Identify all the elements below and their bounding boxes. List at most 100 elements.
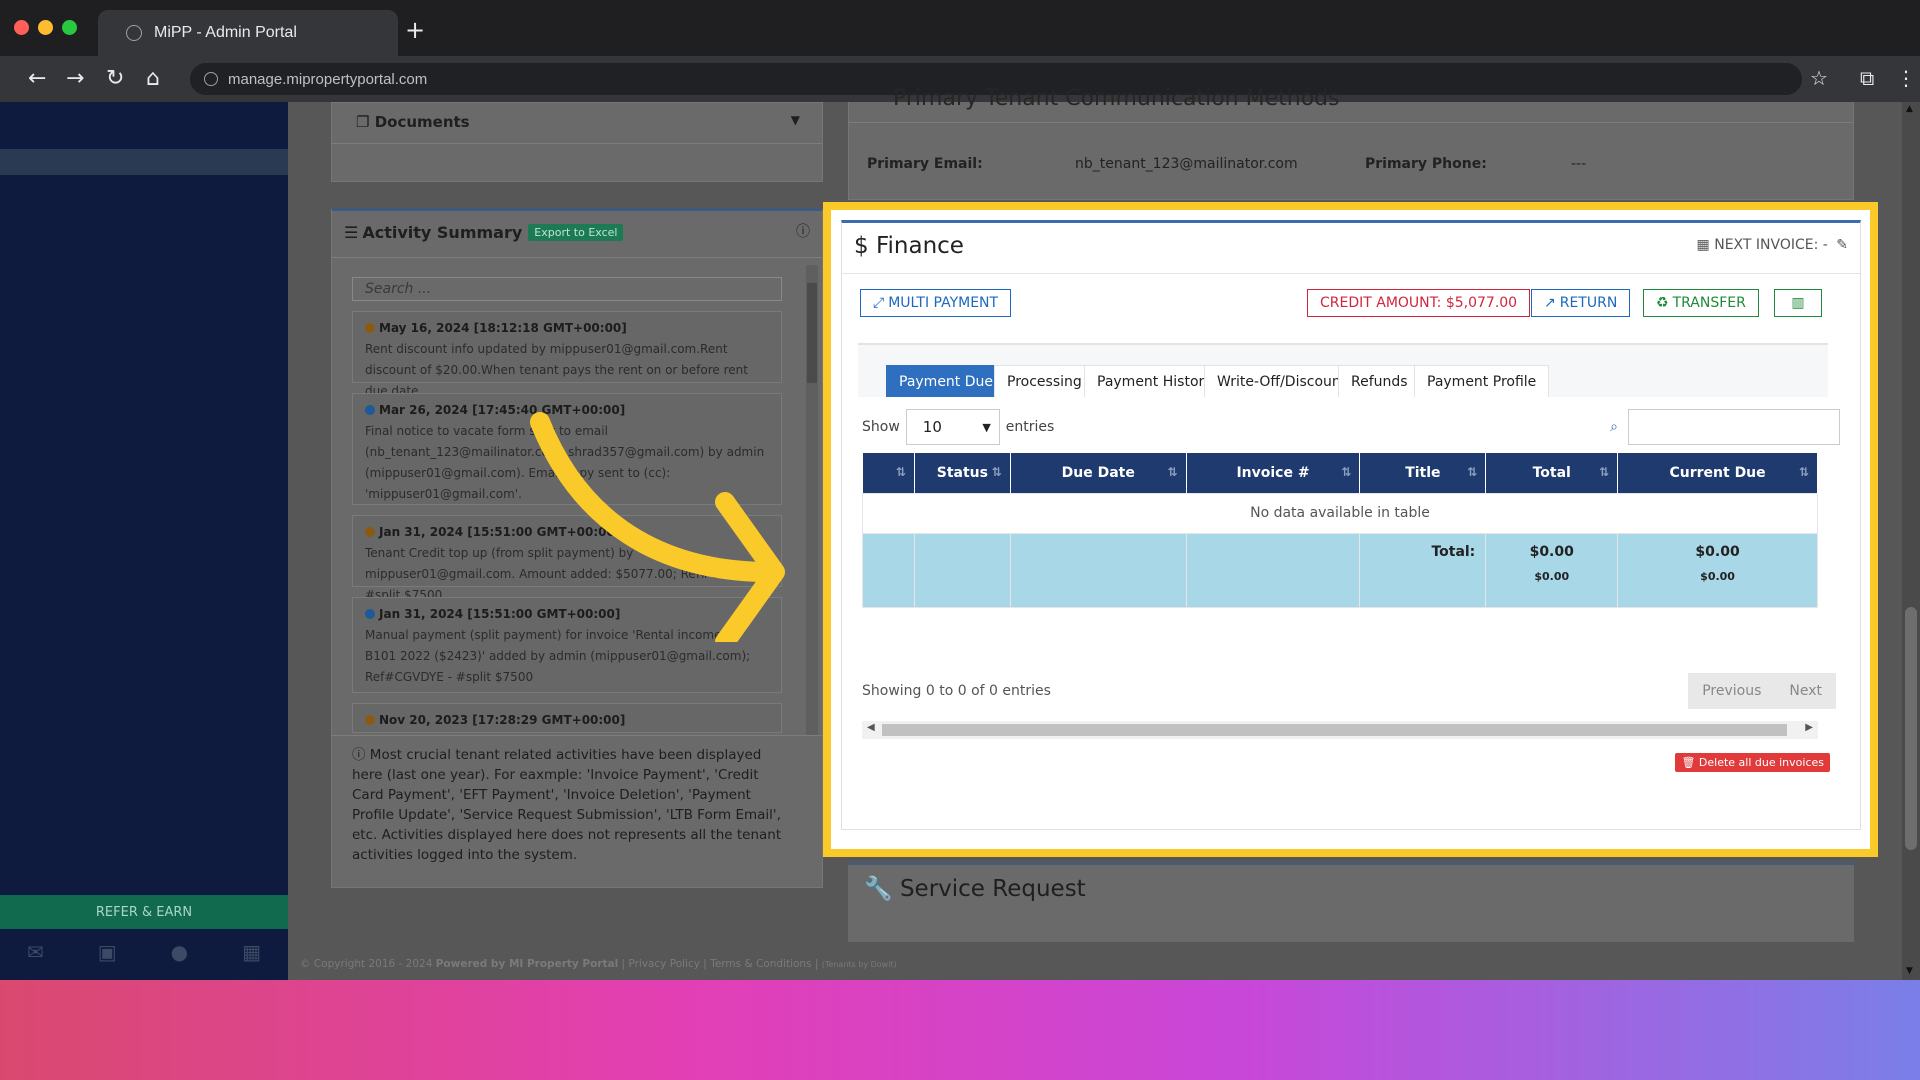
current-due-value: $0.00 (1695, 543, 1740, 560)
next-button[interactable]: Next (1775, 683, 1836, 699)
finance-title: Finance (875, 233, 964, 259)
finance-highlight-frame: $ Finance ▦ NEXT INVOICE: - ✎ ⤢ MULTI PA… (823, 202, 1878, 857)
bookmark-star-icon[interactable]: ☆ (1810, 66, 1828, 90)
status-dot-icon (365, 527, 375, 537)
primary-email-value: nb_tenant_123@mailinator.com (1075, 156, 1298, 172)
return-button[interactable]: ↗ RETURN (1531, 289, 1631, 317)
export-to-excel-button[interactable]: Export to Excel (528, 224, 624, 241)
forward-icon[interactable]: → (66, 66, 84, 91)
tab-refunds[interactable]: Refunds (1338, 365, 1421, 397)
table-horizontal-scrollbar[interactable]: ◀ ▶ (862, 721, 1818, 739)
maximize-window-icon[interactable] (62, 20, 77, 35)
back-icon[interactable]: ← (28, 66, 46, 91)
column-due-date[interactable]: Due Date ⇅ (1010, 453, 1187, 493)
table-row: No data available in table (862, 492, 1818, 534)
documents-panel: ❐ Documents ▼ (331, 102, 823, 182)
activity-date: Nov 20, 2023 [17:28:29 GMT+00:00] (379, 713, 626, 727)
site-info-icon[interactable] (204, 72, 218, 86)
previous-button[interactable]: Previous (1688, 683, 1775, 699)
tab-write-off-discount[interactable]: Write-Off/Discount (1204, 365, 1360, 397)
primary-phone-value: --- (1571, 156, 1587, 172)
transfer-button[interactable]: ♻ TRANSFER (1643, 289, 1759, 317)
powered-by-link[interactable]: Powered by MI Property Portal (436, 958, 618, 970)
delete-all-due-invoices-button[interactable]: 🗑 Delete all due invoices (1675, 753, 1830, 772)
status-dot-icon (365, 715, 375, 725)
payment-due-table: ⇅ Status ⇅ Due Date ⇅ Invoice # ⇅ Title ⇅ To… (862, 453, 1818, 608)
browser-tab[interactable]: MiPP - Admin Portal (98, 10, 398, 56)
status-dot-icon (365, 405, 375, 415)
dollar-icon: $ (854, 233, 869, 259)
trash-icon: 🗑 (1681, 756, 1696, 769)
table-total-row: Total: $0.00 $0.00 $0.00 $0.00 (862, 532, 1818, 608)
calculator-icon[interactable]: ▦ (242, 940, 261, 974)
edit-icon[interactable]: ✎ (1836, 237, 1848, 253)
column-current-due[interactable]: Current Due ⇅ (1617, 453, 1818, 493)
activity-search-input[interactable]: Search ... (352, 277, 782, 301)
empty-table-message: No data available in table (862, 492, 1818, 534)
scroll-up-icon[interactable]: ▲ (1906, 104, 1913, 114)
recycle-icon: ♻ (1656, 295, 1669, 311)
reload-icon[interactable]: ↻ (106, 66, 124, 91)
close-window-icon[interactable] (14, 20, 29, 35)
briefcase-icon[interactable]: ▣ (98, 940, 117, 974)
total-sub-value: $0.00 (1534, 569, 1570, 583)
refer-and-earn-button[interactable]: REFER & EARN (0, 895, 288, 929)
globe-icon (126, 25, 142, 41)
terms-link[interactable]: Terms & Conditions (710, 958, 811, 970)
search-icon: ⌕ (1610, 419, 1618, 435)
info-circle-icon: ⓘ (352, 747, 366, 763)
menu-icon[interactable]: ⋮ (1896, 66, 1916, 90)
home-icon[interactable]: ⌂ (146, 66, 160, 91)
tab-bar: MiPP - Admin Portal + (0, 0, 1920, 56)
tab-payment-profile[interactable]: Payment Profile (1414, 365, 1550, 397)
entries-select[interactable]: 10 ▼ (905, 409, 1000, 445)
expand-icon: ⤢ (873, 295, 885, 311)
column-invoice[interactable]: Invoice # ⇅ (1186, 453, 1361, 493)
page-scrollbar[interactable]: ▲ ▼ (1902, 102, 1920, 980)
communication-panel: Primary Tenant Communication Methods Pri… (848, 86, 1854, 200)
column-status[interactable]: Status ⇅ (914, 453, 1011, 493)
credit-amount-button[interactable]: CREDIT AMOUNT: $5,077.00 (1307, 289, 1531, 317)
column-title[interactable]: Title ⇅ (1359, 453, 1487, 493)
wrench-icon: 🔧 (864, 876, 893, 902)
activity-item: May 16, 2024 [18:12:18 GMT+00:00] Rent d… (352, 311, 782, 398)
primary-email-label: Primary Email: (867, 156, 983, 172)
pagination: Previous Next (1688, 673, 1836, 709)
tab-processing[interactable]: Processing (994, 365, 1095, 397)
scroll-right-icon[interactable]: ▶ (1805, 722, 1813, 733)
finance-tabs: Payment Due Processing Payment History W… (858, 343, 1828, 397)
tab-payment-due[interactable]: Payment Due (886, 365, 1007, 397)
documents-icon: ❐ (356, 113, 370, 131)
table-search-input[interactable] (1628, 409, 1840, 445)
service-request-panel: 🔧 Service Request (848, 862, 1854, 942)
user-icon[interactable]: ● (171, 940, 188, 974)
show-label: Show (862, 419, 900, 435)
primary-phone-label: Primary Phone: (1365, 156, 1487, 172)
sort-icon: ⇅ (1798, 465, 1809, 479)
activity-date: May 16, 2024 [18:12:18 GMT+00:00] (379, 321, 627, 335)
scroll-left-icon[interactable]: ◀ (867, 722, 875, 733)
chart-button[interactable]: ▥ (1774, 289, 1822, 317)
total-value: $0.00 (1529, 543, 1574, 560)
sidebar-selected-item[interactable] (0, 149, 288, 175)
minimize-window-icon[interactable] (38, 20, 53, 35)
scroll-down-icon[interactable]: ▼ (1906, 966, 1913, 976)
privacy-policy-link[interactable]: Privacy Policy (628, 958, 700, 970)
info-icon[interactable]: ⓘ (796, 221, 810, 241)
chevron-down-icon[interactable]: ▼ (791, 113, 800, 127)
sidebar: REFER & EARN ✉ ▣ ● ▦ (0, 102, 288, 980)
column-select[interactable]: ⇅ (862, 453, 915, 493)
next-invoice-label: NEXT INVOICE: - (1714, 237, 1828, 253)
multi-payment-button[interactable]: ⤢ MULTI PAYMENT (860, 289, 1012, 317)
documents-title: Documents (374, 113, 470, 131)
status-dot-icon (365, 323, 375, 333)
column-total[interactable]: Total ⇅ (1485, 453, 1619, 493)
extensions-icon[interactable]: ⧉ (1860, 66, 1874, 90)
activity-note: Most crucial tenant related activities h… (352, 747, 782, 863)
mail-icon[interactable]: ✉ (27, 940, 44, 974)
tab-title: MiPP - Admin Portal (154, 24, 297, 41)
new-tab-button[interactable]: + (405, 16, 425, 44)
sort-icon: ⇅ (1167, 465, 1178, 479)
list-icon: ☰ (344, 223, 359, 242)
yellow-arrow-annotation (530, 412, 785, 642)
